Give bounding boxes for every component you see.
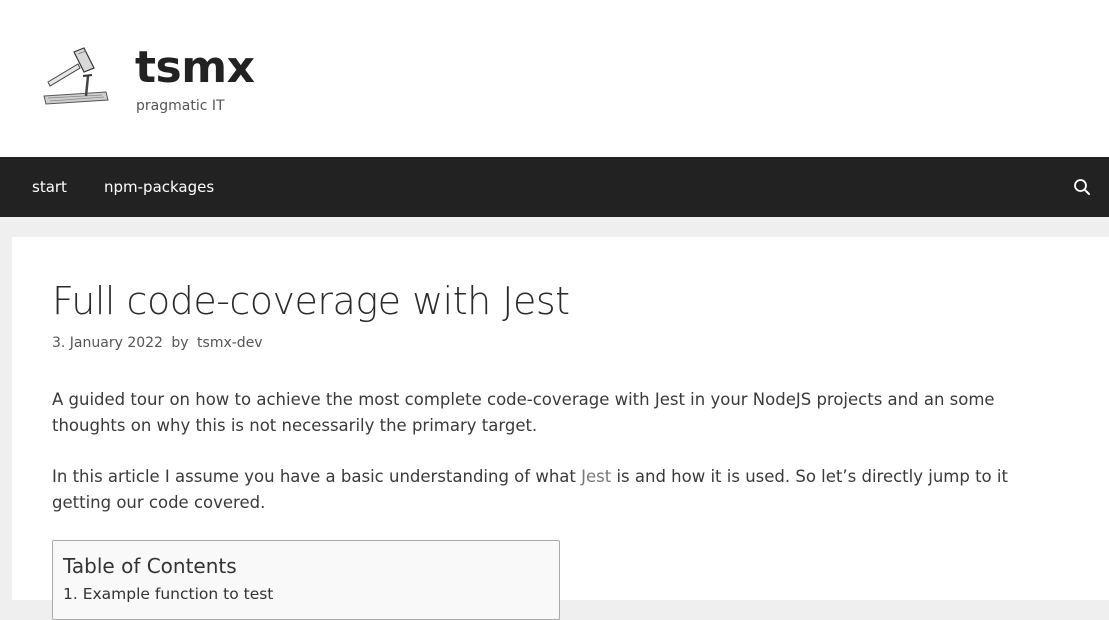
nav-item-start[interactable]: start [32, 157, 67, 217]
toc-title: Table of Contents [63, 554, 237, 578]
post-date[interactable]: 3. January 2022 [52, 335, 163, 351]
site-title[interactable]: tsmx [135, 40, 255, 96]
post-author[interactable]: tsmx-dev [197, 335, 263, 351]
main-navigation: start npm-packages [0, 157, 1109, 217]
jest-link[interactable]: Jest [581, 467, 611, 486]
hammer-nail-icon[interactable] [40, 42, 112, 110]
para2-text-before: In this article I assume you have a basi… [52, 467, 582, 486]
assumption-paragraph: In this article I assume you have a basi… [52, 464, 1062, 515]
site-header: tsmx pragmatic IT [0, 0, 1109, 157]
intro-paragraph: A guided tour on how to achieve the most… [52, 390, 995, 435]
post-title: Full code-coverage with Jest [52, 279, 570, 323]
site-tagline: pragmatic IT [136, 98, 225, 114]
table-of-contents: Table of Contents 1. Example function to… [52, 540, 560, 620]
nav-item-npm-packages[interactable]: npm-packages [104, 157, 214, 217]
post-meta: 3. January 2022 by tsmx-dev [52, 333, 263, 353]
search-icon[interactable] [1073, 178, 1091, 196]
article-content: Full code-coverage with Jest 3. January … [12, 237, 1109, 620]
post-by-label: by [171, 335, 189, 351]
toc-item[interactable]: 1. Example function to test [63, 583, 273, 605]
